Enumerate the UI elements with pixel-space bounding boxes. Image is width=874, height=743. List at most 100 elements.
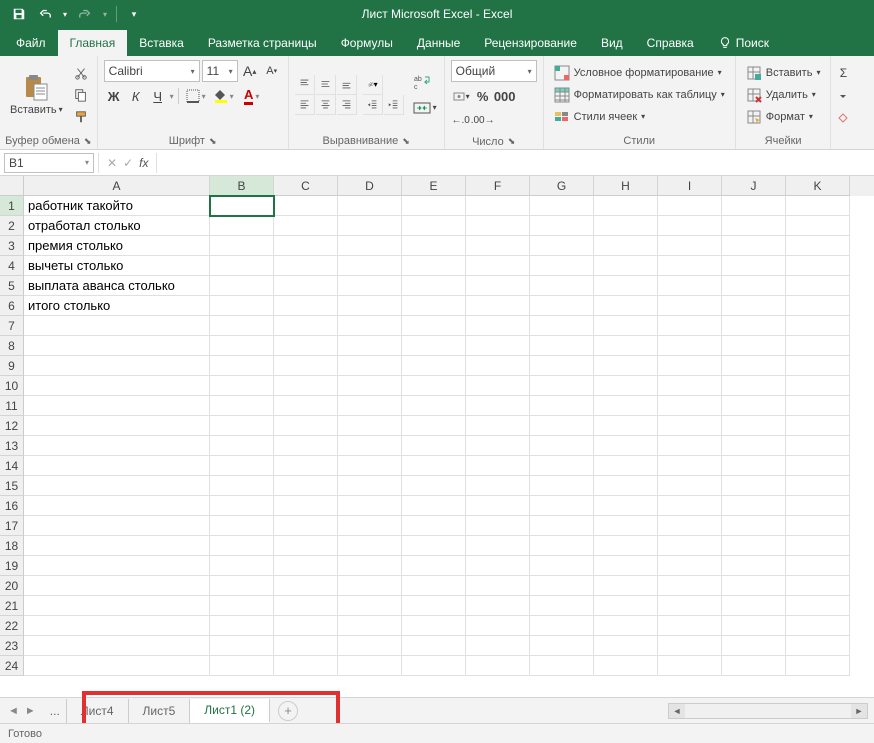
cell[interactable] (594, 376, 658, 396)
cell[interactable] (24, 556, 210, 576)
cell[interactable] (466, 496, 530, 516)
cell[interactable] (210, 196, 274, 216)
cell[interactable]: вычеты столько (24, 256, 210, 276)
cell[interactable] (210, 216, 274, 236)
cell[interactable] (722, 396, 786, 416)
cell[interactable] (338, 416, 402, 436)
cell[interactable] (722, 336, 786, 356)
cell[interactable] (274, 236, 338, 256)
column-header[interactable]: C (274, 176, 338, 196)
cell[interactable] (274, 636, 338, 656)
cell[interactable] (530, 276, 594, 296)
cell[interactable] (466, 616, 530, 636)
row-header[interactable]: 12 (0, 416, 24, 436)
cell[interactable]: премия столько (24, 236, 210, 256)
scroll-left-button[interactable]: ◄ (669, 704, 685, 718)
cell[interactable] (722, 416, 786, 436)
cell[interactable] (530, 316, 594, 336)
cell[interactable] (338, 316, 402, 336)
cell[interactable] (338, 636, 402, 656)
tab-home[interactable]: Главная (58, 30, 128, 56)
cell[interactable] (24, 456, 210, 476)
cell[interactable] (402, 296, 466, 316)
insert-cells-button[interactable]: Вставить▾ (742, 63, 825, 83)
cell[interactable] (722, 216, 786, 236)
chevron-down-icon[interactable]: ▾ (170, 92, 174, 101)
cell[interactable] (530, 196, 594, 216)
cell[interactable] (338, 356, 402, 376)
cell[interactable] (530, 236, 594, 256)
cell[interactable] (274, 476, 338, 496)
cell[interactable] (786, 396, 850, 416)
cell[interactable] (466, 376, 530, 396)
cell[interactable] (24, 536, 210, 556)
grow-font-button[interactable]: A▴ (240, 61, 260, 81)
font-color-button[interactable]: А▾ (239, 86, 265, 106)
row-header[interactable]: 8 (0, 336, 24, 356)
new-sheet-button[interactable]: + (278, 701, 298, 721)
merge-button[interactable]: ▾ (412, 98, 438, 118)
cell[interactable] (658, 576, 722, 596)
align-middle-button[interactable] (316, 75, 336, 95)
cell[interactable] (658, 396, 722, 416)
bold-button[interactable]: Ж (104, 86, 124, 106)
cell[interactable] (402, 416, 466, 436)
cell[interactable] (722, 616, 786, 636)
wrap-text-button[interactable]: abc (412, 72, 432, 92)
cell[interactable] (722, 236, 786, 256)
cell[interactable] (274, 576, 338, 596)
cell[interactable] (402, 536, 466, 556)
orientation-button[interactable]: ab▾ (363, 75, 383, 95)
cell[interactable] (658, 436, 722, 456)
cell[interactable] (210, 416, 274, 436)
cell[interactable] (658, 516, 722, 536)
cell[interactable] (658, 336, 722, 356)
cell[interactable] (594, 636, 658, 656)
cell-styles-button[interactable]: Стили ячеек▾ (550, 107, 729, 127)
cell[interactable] (786, 336, 850, 356)
cell[interactable] (722, 576, 786, 596)
cell[interactable] (594, 356, 658, 376)
cell[interactable] (338, 276, 402, 296)
clipboard-dialog-icon[interactable]: ⬊ (84, 136, 92, 147)
cell[interactable] (274, 456, 338, 476)
format-cells-button[interactable]: Формат▾ (742, 107, 825, 127)
cell[interactable] (594, 656, 658, 676)
column-header[interactable]: B (210, 176, 274, 196)
cell[interactable] (466, 416, 530, 436)
sheet-nav-next-button[interactable]: ► (23, 703, 38, 719)
cell[interactable] (658, 276, 722, 296)
row-header[interactable]: 19 (0, 556, 24, 576)
undo-dropdown-icon[interactable]: ▾ (60, 3, 70, 25)
cell[interactable] (594, 596, 658, 616)
decrease-indent-button[interactable] (363, 95, 383, 115)
cell[interactable] (530, 576, 594, 596)
cell[interactable] (786, 196, 850, 216)
cell[interactable] (786, 476, 850, 496)
tab-help[interactable]: Справка (635, 30, 706, 56)
cell[interactable] (722, 376, 786, 396)
row-header[interactable]: 16 (0, 496, 24, 516)
fill-button[interactable] (833, 85, 853, 105)
cell[interactable] (24, 316, 210, 336)
cell[interactable] (658, 596, 722, 616)
cell[interactable] (402, 316, 466, 336)
cell[interactable] (466, 636, 530, 656)
cell[interactable] (466, 476, 530, 496)
cell[interactable] (530, 416, 594, 436)
cell[interactable] (722, 556, 786, 576)
cell[interactable] (24, 356, 210, 376)
row-header[interactable]: 17 (0, 516, 24, 536)
cell[interactable] (210, 316, 274, 336)
cell[interactable] (530, 636, 594, 656)
cell[interactable] (402, 196, 466, 216)
format-as-table-button[interactable]: Форматировать как таблицу▾ (550, 85, 729, 105)
cell[interactable] (594, 536, 658, 556)
cell[interactable] (786, 356, 850, 376)
cell[interactable] (338, 656, 402, 676)
cell[interactable] (786, 456, 850, 476)
underline-button[interactable]: Ч (148, 86, 168, 106)
cell[interactable] (530, 496, 594, 516)
cell[interactable] (210, 356, 274, 376)
column-header[interactable]: J (722, 176, 786, 196)
